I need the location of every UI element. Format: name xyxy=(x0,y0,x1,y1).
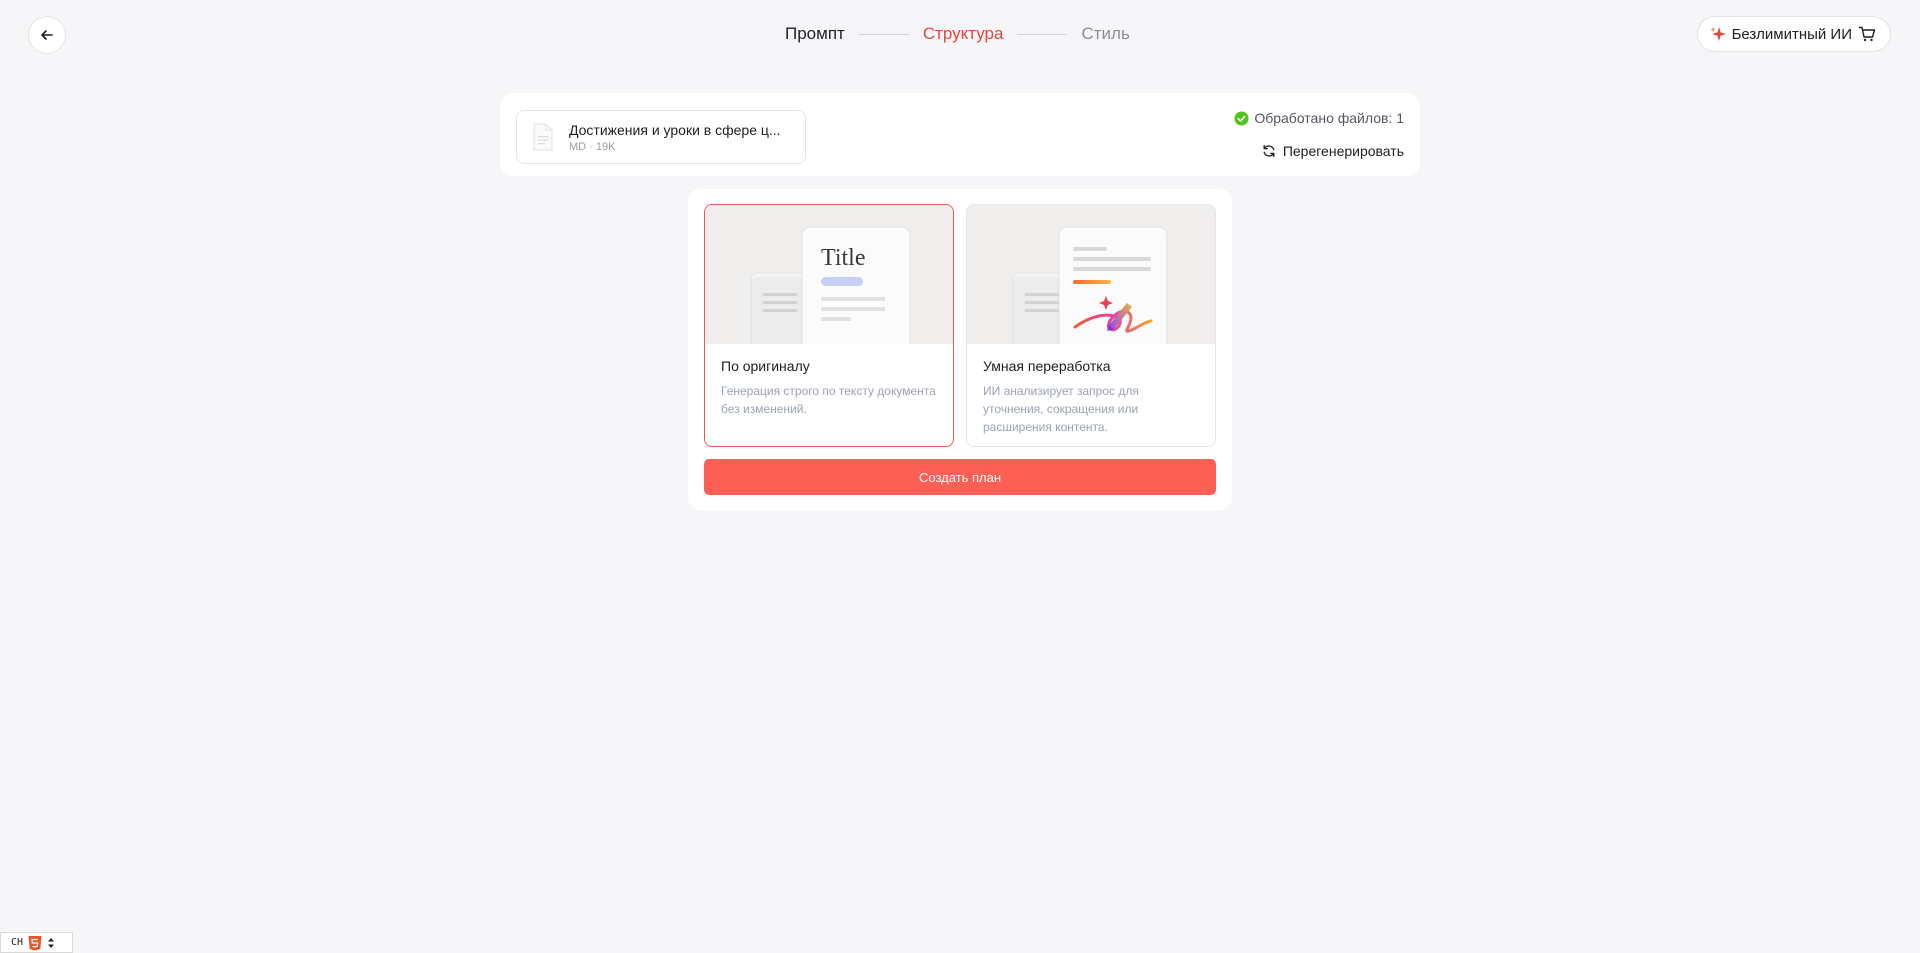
preview-title: Title xyxy=(821,245,865,271)
option-original-preview: Title xyxy=(705,205,953,358)
option-smart-preview xyxy=(967,205,1215,358)
unlimited-ai-button[interactable]: Безлимитный ИИ xyxy=(1696,16,1891,52)
document-icon xyxy=(533,123,553,151)
option-smart-title: Умная переработка xyxy=(983,358,1111,374)
ai-pen-illustration xyxy=(1012,226,1168,358)
step-divider xyxy=(858,33,909,35)
option-smart-card[interactable]: Умная переработка ИИ анализирует запрос … xyxy=(966,204,1216,447)
file-card[interactable]: Достижения и уроки в сфере ц... MD · 19K xyxy=(516,110,806,164)
file-name: Достижения и уроки в сфере ц... xyxy=(569,121,781,138)
step-divider xyxy=(1017,33,1068,35)
step-style[interactable]: Стиль xyxy=(1081,24,1129,44)
files-panel: Достижения и уроки в сфере ц... MD · 19K… xyxy=(500,93,1420,176)
options-panel: Title По оригиналу Генерация строго по т… xyxy=(688,189,1232,510)
option-original-card[interactable]: Title По оригиналу Генерация строго по т… xyxy=(704,204,954,447)
option-smart-desc: ИИ анализирует запрос для уточнения, сок… xyxy=(983,384,1139,434)
create-plan-button[interactable]: Создать план xyxy=(704,459,1216,495)
arrow-left-icon xyxy=(41,30,53,40)
spinner-arrows-icon xyxy=(48,937,55,948)
unlimited-ai-label: Безлимитный ИИ xyxy=(1731,25,1852,43)
stepper: Промпт Структура Стиль xyxy=(785,24,1130,44)
step-structure[interactable]: Структура xyxy=(923,24,1004,44)
file-meta: MD · 19K xyxy=(569,140,616,153)
back-button[interactable] xyxy=(28,16,66,54)
input-method-indicator[interactable]: CH xyxy=(0,932,73,953)
html5-icon xyxy=(28,935,42,950)
sparkle-icon xyxy=(1710,27,1726,41)
step-prompt[interactable]: Промпт xyxy=(785,24,845,44)
option-original-title: По оригиналу xyxy=(721,358,810,374)
ime-label: CH xyxy=(11,937,24,948)
check-circle-icon xyxy=(1234,110,1249,126)
regenerate-button[interactable]: Перегенерировать xyxy=(1262,143,1404,159)
regenerate-label: Перегенерировать xyxy=(1282,143,1404,159)
document-title-illustration: Title xyxy=(750,226,911,358)
processed-label: Обработано файлов: 1 xyxy=(1254,110,1404,126)
cart-icon xyxy=(1858,26,1876,42)
option-original-desc: Генерация строго по тексту документа без… xyxy=(721,384,936,416)
refresh-icon xyxy=(1263,144,1275,158)
processed-status: Обработано файлов: 1 xyxy=(1234,110,1404,126)
